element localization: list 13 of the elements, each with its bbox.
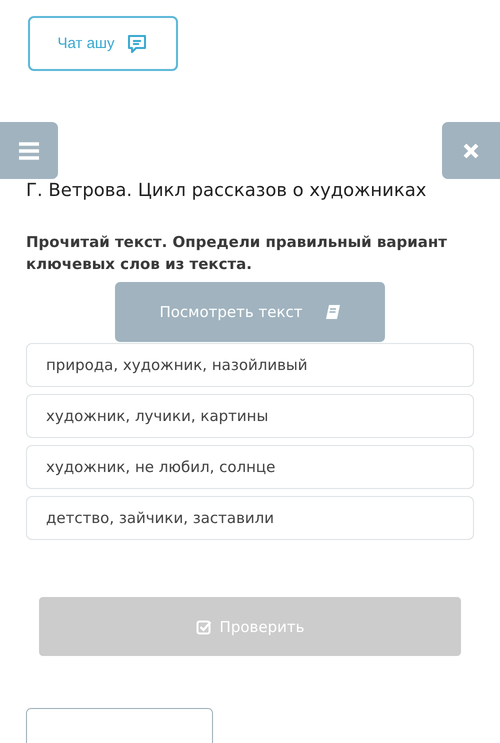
answer-option[interactable]: художник, лучики, картины (26, 394, 474, 438)
close-button[interactable] (442, 122, 500, 179)
menu-icon (18, 142, 40, 160)
task-title: Г. Ветрова. Цикл рассказов о художниках (25, 180, 428, 201)
instruction-text: Прочитай текст. Определи правильный вариант ключевых слов из текста. (25, 232, 448, 275)
chat-icon (126, 32, 148, 54)
checkbox-icon (196, 618, 212, 634)
answer-option[interactable]: детство, зайчики, заставили (26, 496, 474, 540)
menu-button[interactable] (0, 122, 58, 179)
book-icon (324, 304, 341, 320)
answer-option[interactable]: художник, не любил, солнце (26, 445, 474, 489)
answer-option[interactable]: природа, художник, назойливый (26, 343, 474, 387)
close-icon (463, 142, 479, 158)
